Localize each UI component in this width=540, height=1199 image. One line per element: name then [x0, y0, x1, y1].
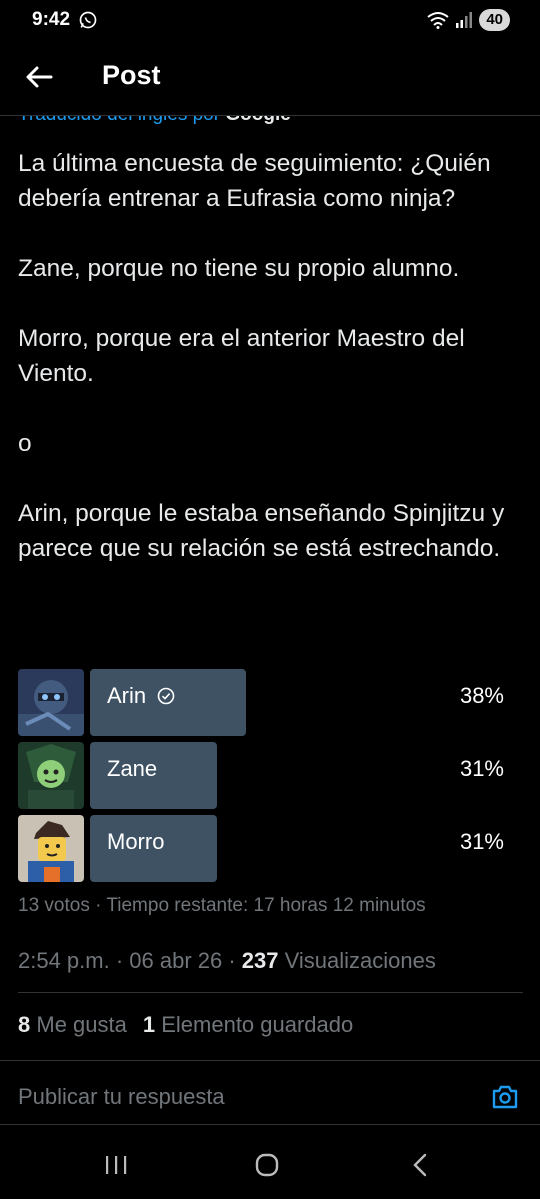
poll-option-label: Morro — [107, 829, 165, 854]
poll-meta: 13 votos · Tiempo restante: 17 horas 12 … — [18, 895, 426, 916]
post-stats: 8 Me gusta 1 Elemento guardado — [18, 1012, 353, 1038]
page-title: Post — [102, 60, 161, 90]
post-timestamp: 2:54 p.m. · 06 abr 26 · 237 Visualizacio… — [18, 948, 436, 974]
post-line: Zane, porque no tiene su propio alumno. — [18, 255, 460, 282]
saves-stat[interactable]: 1 Elemento guardado — [143, 1012, 353, 1038]
views-label: Visualizaciones — [278, 948, 436, 973]
poll-avatar-morro — [18, 815, 84, 882]
whatsapp-icon — [79, 11, 97, 29]
likes-stat[interactable]: 8 Me gusta — [18, 1012, 127, 1038]
chevron-left-icon — [413, 1153, 427, 1177]
header: Post — [0, 40, 540, 116]
status-icons: 40 — [427, 9, 510, 31]
status-time: 9:42 — [32, 9, 71, 30]
battery-indicator: 40 — [479, 9, 510, 31]
poll-option-percent: 31% — [459, 829, 504, 854]
poll-option-percent: 38% — [459, 683, 504, 708]
reply-input[interactable]: Publicar tu respuesta — [18, 1084, 225, 1110]
views-count: 237 — [241, 948, 279, 973]
saves-label: Elemento guardado — [155, 1012, 354, 1037]
poll: Arin 38% Zane 31% Morro 31% — [18, 669, 508, 888]
poll-option-arin[interactable]: Arin 38% — [18, 669, 508, 736]
post-body: La última encuesta de seguimiento: ¿Quié… — [18, 146, 528, 566]
timestamp-text: 2:54 p.m. · 06 abr 26 · — [18, 948, 242, 973]
back-nav-button[interactable] — [400, 1150, 440, 1180]
recent-apps-icon — [106, 1156, 127, 1174]
poll-avatar-zane — [18, 742, 84, 809]
poll-option-morro[interactable]: Morro 31% — [18, 815, 508, 882]
signal-icon — [456, 12, 473, 28]
poll-option-zane[interactable]: Zane 31% — [18, 742, 508, 809]
likes-count: 8 — [18, 1012, 31, 1037]
poll-option-percent: 31% — [459, 756, 504, 781]
back-button[interactable] — [22, 60, 56, 94]
poll-avatar-arin — [18, 669, 84, 736]
post-line: Arin, porque le estaba enseñando Spinjit… — [18, 500, 505, 562]
post-line: Morro, porque era el anterior Maestro de… — [18, 325, 465, 387]
recent-apps-button[interactable] — [96, 1150, 136, 1180]
home-button[interactable] — [247, 1150, 287, 1180]
wifi-icon — [427, 12, 449, 29]
camera-icon[interactable] — [490, 1082, 520, 1112]
system-nav-bar — [0, 1130, 540, 1199]
checkmark-circle-icon — [157, 687, 175, 705]
divider — [0, 1060, 540, 1061]
divider — [0, 1124, 540, 1125]
likes-label: Me gusta — [30, 1012, 127, 1037]
arrow-left-icon — [26, 66, 53, 88]
status-bar: 9:42 40 — [0, 0, 540, 40]
divider — [18, 992, 523, 993]
saves-count: 1 — [142, 1012, 156, 1037]
poll-option-label: Arin — [107, 683, 176, 709]
home-icon — [255, 1153, 279, 1177]
poll-option-label: Zane — [107, 756, 158, 781]
post-line: La última encuesta de seguimiento: ¿Quié… — [18, 150, 491, 212]
post-line: o — [18, 430, 32, 457]
